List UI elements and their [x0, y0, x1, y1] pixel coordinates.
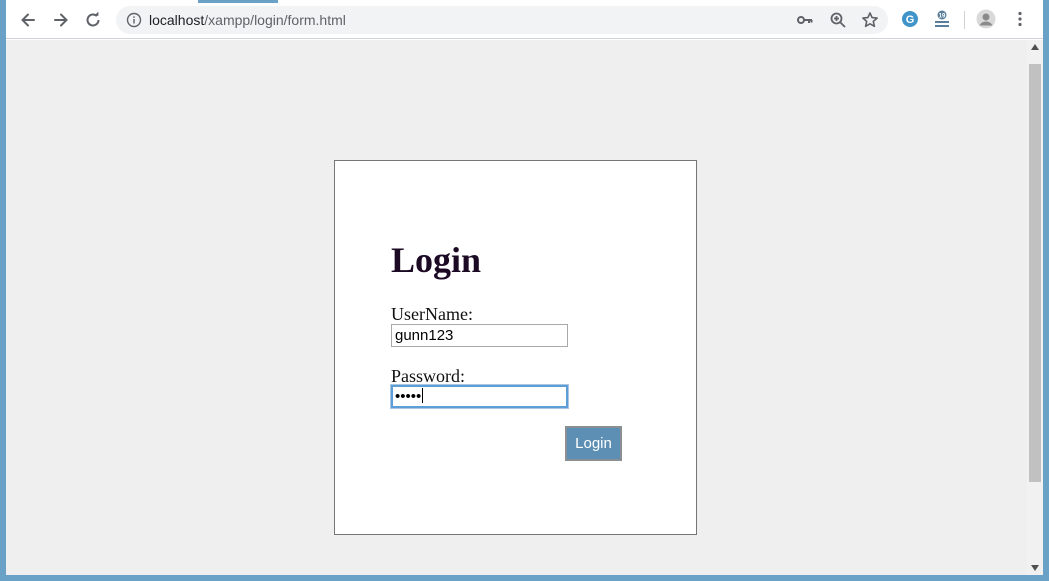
- vertical-scrollbar[interactable]: [1027, 40, 1043, 575]
- login-form: Login UserName: gunn123 Password: ••••• …: [334, 160, 697, 535]
- grammarly-extension-button[interactable]: G: [900, 9, 920, 29]
- username-value: gunn123: [395, 327, 454, 344]
- zoom-button[interactable]: [829, 11, 847, 29]
- extension-button[interactable]: 19: [932, 9, 952, 29]
- back-button[interactable]: [16, 8, 40, 32]
- arrow-right-icon: [54, 13, 68, 27]
- profile-button[interactable]: [976, 9, 996, 29]
- browser-toolbar: localhost/xampp/login/form.html G 19: [6, 0, 1043, 39]
- page-title: Login: [391, 240, 482, 280]
- triangle-up-icon: [1031, 44, 1039, 50]
- triangle-down-icon: [1031, 565, 1039, 571]
- star-icon: [862, 12, 878, 28]
- grammarly-icon: G: [902, 11, 918, 27]
- key-button[interactable]: [796, 11, 814, 29]
- address-bar[interactable]: localhost/xampp/login/form.html: [116, 6, 888, 34]
- avatar-icon: [976, 9, 996, 29]
- reload-button[interactable]: [81, 8, 105, 32]
- text-caret: [422, 388, 424, 403]
- username-field[interactable]: gunn123: [391, 324, 568, 347]
- login-button[interactable]: Login: [565, 426, 622, 461]
- password-value: •••••: [395, 388, 422, 405]
- svg-text:19: 19: [939, 14, 946, 20]
- toolbar-separator: [964, 11, 965, 29]
- page-viewport: Login UserName: gunn123 Password: ••••• …: [6, 40, 1027, 575]
- key-icon: [797, 16, 813, 24]
- reload-icon: [86, 11, 100, 27]
- info-icon[interactable]: [126, 12, 142, 28]
- url-host: localhost: [149, 12, 205, 28]
- active-tab-notch: [198, 0, 278, 3]
- scroll-down-button[interactable]: [1027, 561, 1043, 575]
- password-field[interactable]: •••••: [391, 385, 568, 408]
- scroll-thumb[interactable]: [1029, 64, 1041, 482]
- arrow-left-icon: [21, 13, 35, 27]
- forward-button[interactable]: [49, 8, 73, 32]
- extension-icon: 19: [935, 10, 949, 27]
- bookmark-button[interactable]: [861, 11, 879, 29]
- username-label: UserName:: [391, 304, 473, 324]
- zoom-icon: [830, 12, 846, 28]
- url-text[interactable]: localhost/xampp/login/form.html: [149, 12, 346, 28]
- menu-button[interactable]: [1010, 9, 1030, 29]
- browser-window: localhost/xampp/login/form.html G 19 Log…: [6, 0, 1043, 575]
- url-path: /xampp/login/form.html: [204, 12, 346, 28]
- kebab-menu-icon: [1018, 11, 1022, 27]
- svg-text:G: G: [906, 14, 915, 26]
- scroll-up-button[interactable]: [1027, 40, 1043, 54]
- password-label: Password:: [391, 366, 466, 386]
